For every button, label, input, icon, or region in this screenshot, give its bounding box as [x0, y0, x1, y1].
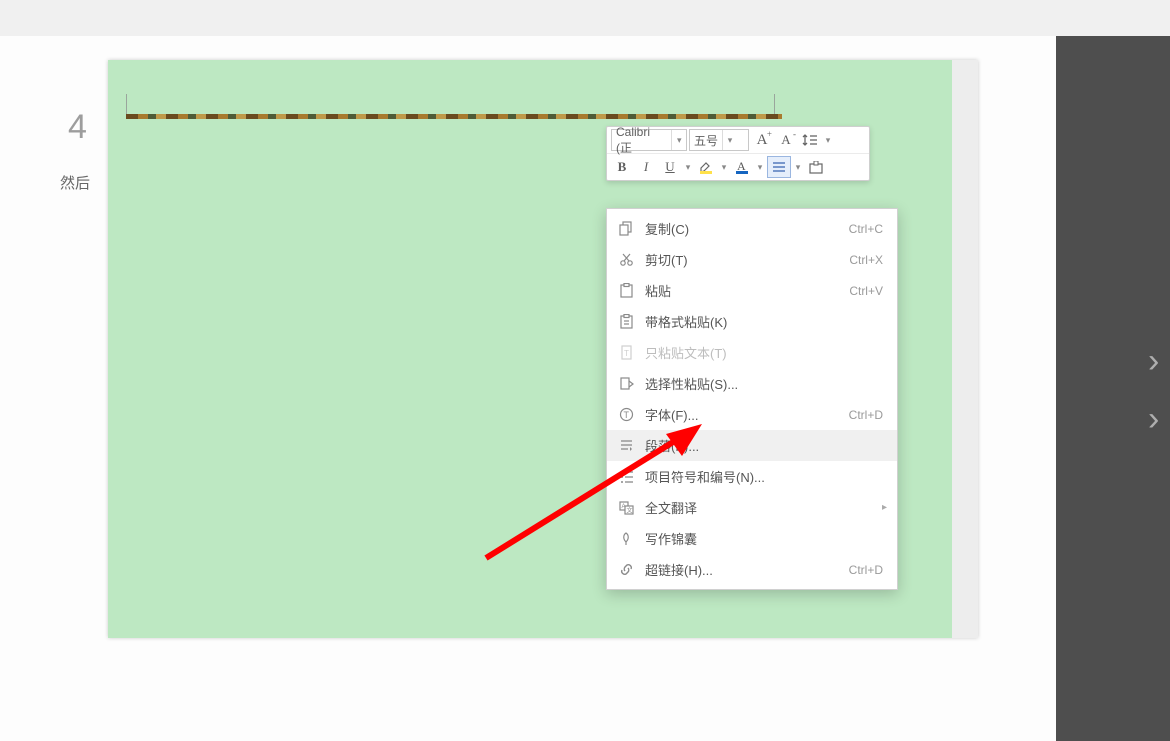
bullets-icon [615, 468, 637, 486]
chevron-down-icon[interactable] [671, 130, 686, 150]
highlight-color-button[interactable] [695, 157, 717, 177]
chevron-down-icon[interactable]: ▾ [683, 162, 693, 173]
cut-icon [615, 251, 637, 269]
paste-icon [615, 282, 637, 300]
viewer-top-strip [0, 0, 1170, 36]
font-color-button[interactable]: A [731, 157, 753, 177]
selected-image-strip[interactable] [126, 114, 782, 119]
gallery-next-top[interactable]: › [1148, 342, 1159, 381]
svg-text:A: A [737, 159, 746, 173]
line-spacing-button[interactable] [799, 130, 821, 150]
ctx-paste-special[interactable]: 选择性粘贴(S)... [607, 368, 897, 399]
font-name-combo[interactable]: Calibri (正 [611, 129, 687, 151]
svg-text:T: T [623, 410, 629, 420]
ctx-hyperlink[interactable]: 超链接(H)... Ctrl+D [607, 554, 897, 585]
translate-icon: A 文 [615, 499, 637, 517]
ctx-paste-with-format[interactable]: 带格式粘贴(K) [607, 306, 897, 337]
paste-special-icon [615, 375, 637, 393]
font-size-combo[interactable]: 五号 [689, 129, 749, 151]
copy-icon [615, 220, 637, 238]
paste-format-icon [615, 313, 637, 331]
italic-button[interactable]: I [635, 157, 657, 177]
screenshot-region: Calibri (正 五号 A+ A- ▾ B I [108, 60, 978, 638]
increase-font-size-button[interactable]: A+ [751, 130, 773, 150]
write-icon [615, 530, 637, 548]
formatting-mini-toolbar: Calibri (正 五号 A+ A- ▾ B I [606, 126, 870, 181]
bold-button[interactable]: B [611, 157, 633, 177]
ctx-copy[interactable]: 复制(C) Ctrl+C [607, 213, 897, 244]
link-icon [615, 561, 637, 579]
paste-text-icon: T [615, 344, 637, 362]
gallery-next-bottom[interactable]: › [1148, 400, 1159, 439]
chevron-down-icon[interactable]: ▾ [823, 135, 833, 146]
svg-text:T: T [624, 349, 629, 358]
justify-button[interactable] [767, 156, 791, 178]
ctx-writing-tips[interactable]: 写作锦囊 [607, 523, 897, 554]
ctx-paste[interactable]: 粘贴 Ctrl+V [607, 275, 897, 306]
font-icon: T [615, 406, 637, 424]
ctx-translate[interactable]: A 文 全文翻译 [607, 492, 897, 523]
underline-button[interactable]: U [659, 157, 681, 177]
decrease-font-size-button[interactable]: A- [775, 130, 797, 150]
svg-text:A: A [621, 504, 625, 510]
ctx-cut[interactable]: 剪切(T) Ctrl+X [607, 244, 897, 275]
ctx-paragraph[interactable]: 段落(P)... [607, 430, 897, 461]
context-menu: 复制(C) Ctrl+C 剪切(T) Ctrl+X 粘贴 Ctrl+V [606, 208, 898, 590]
paragraph-icon [615, 437, 637, 455]
vertical-scrollbar[interactable] [952, 60, 978, 638]
viewer-right-gutter [1056, 36, 1170, 741]
step-number: 4 [68, 108, 87, 147]
chevron-down-icon[interactable]: ▾ [793, 162, 803, 173]
svg-text:文: 文 [626, 507, 632, 515]
ctx-paste-text-only: T 只粘贴文本(T) [607, 337, 897, 368]
chevron-down-icon[interactable] [722, 130, 737, 150]
ctx-bullets-numbering[interactable]: 项目符号和编号(N)... [607, 461, 897, 492]
chevron-down-icon[interactable]: ▾ [719, 162, 729, 173]
ctx-font[interactable]: T 字体(F)... Ctrl+D [607, 399, 897, 430]
text-box-button[interactable] [805, 157, 827, 177]
step-description: 然后 [60, 172, 90, 193]
chevron-down-icon[interactable]: ▾ [755, 162, 765, 173]
